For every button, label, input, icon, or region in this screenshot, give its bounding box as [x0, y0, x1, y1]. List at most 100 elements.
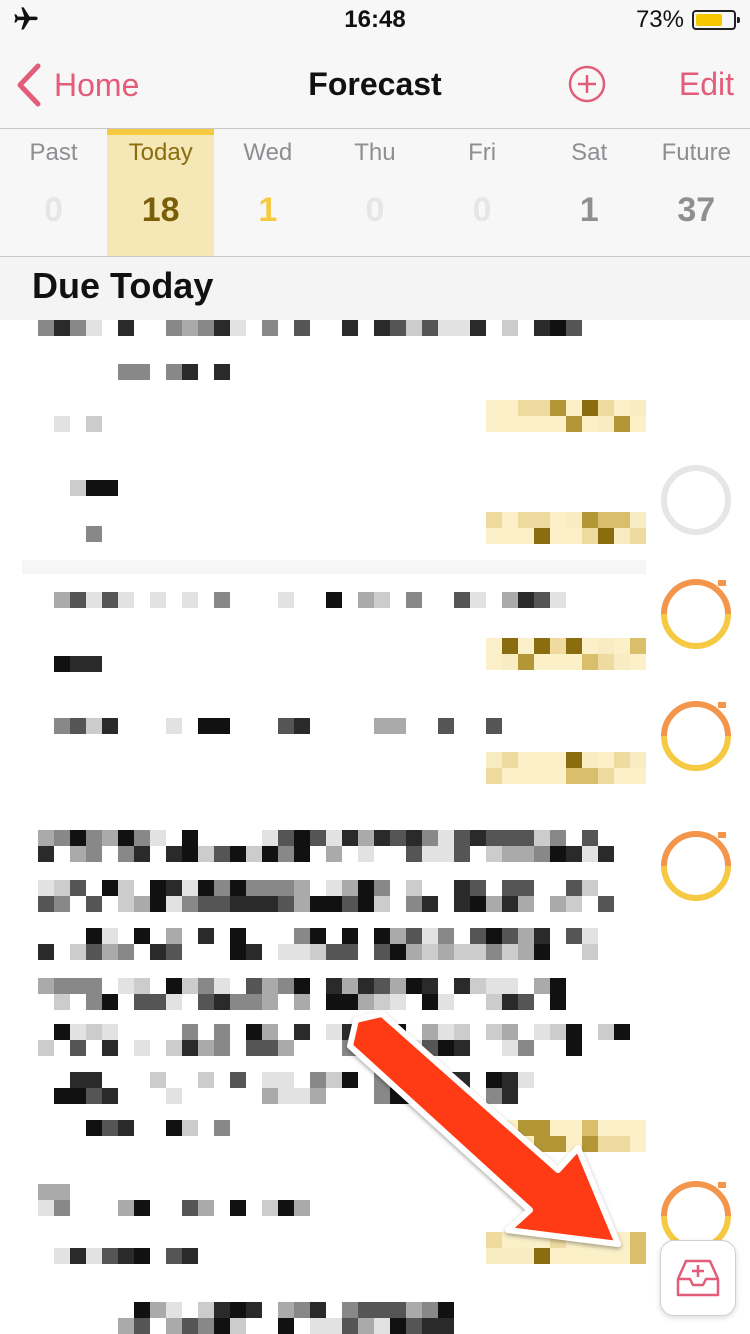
list-item[interactable]: [0, 465, 750, 544]
redacted-pixel: [214, 896, 230, 912]
redacted-pixel: [278, 880, 294, 896]
redacted-pixel: [118, 364, 134, 380]
add-circle-icon[interactable]: [567, 64, 607, 104]
redacted-pixel: [630, 528, 646, 544]
redacted-pixel: [582, 752, 598, 768]
redacted-pixel: [502, 944, 518, 960]
redacted-pixel: [86, 416, 102, 432]
redacted-pixel: [374, 880, 390, 896]
redacted-pixel: [134, 1318, 150, 1334]
redacted-pixel: [198, 1302, 214, 1318]
redacted-pixel: [54, 896, 70, 912]
redacted-pixel: [374, 1318, 390, 1334]
redacted-pixel: [598, 768, 614, 784]
redacted-pixel: [86, 1072, 102, 1088]
redacted-pixel: [86, 320, 102, 336]
redacted-pixel: [278, 896, 294, 912]
redacted-pixel: [294, 994, 310, 1010]
day-thu[interactable]: Thu 0: [321, 129, 428, 256]
redacted-pixel: [406, 978, 422, 994]
redacted-pixel: [326, 592, 342, 608]
redacted-pixel: [86, 944, 102, 960]
redacted-pixel: [310, 1088, 326, 1104]
task-due-checkbox-icon[interactable]: [660, 578, 732, 650]
redacted-pixel: [294, 1088, 310, 1104]
list-item[interactable]: [0, 320, 750, 432]
redacted-pixel: [70, 1248, 86, 1264]
redacted-pixel: [598, 512, 614, 528]
redacted-pixel: [134, 1040, 150, 1056]
redacted-pixel: [166, 978, 182, 994]
redacted-pixel: [502, 846, 518, 862]
day-today[interactable]: Today 18: [107, 129, 215, 256]
redacted-pixel: [358, 978, 374, 994]
day-name: Future: [661, 139, 731, 166]
redacted-pixel: [70, 656, 86, 672]
day-name: Fri: [468, 139, 497, 166]
list-item[interactable]: [0, 579, 750, 672]
page-title: Forecast: [308, 66, 442, 102]
redacted-pixel: [326, 880, 342, 896]
redacted-pixel: [614, 512, 630, 528]
task-due-checkbox-icon[interactable]: [660, 830, 732, 902]
redacted-pixel: [534, 944, 550, 960]
redacted-pixel: [54, 1200, 70, 1216]
redacted-pixel: [134, 978, 150, 994]
task-checkbox-icon[interactable]: [660, 464, 732, 536]
redacted-pixel: [438, 830, 454, 846]
redacted-pixel: [358, 1302, 374, 1318]
redacted-pixel: [70, 1024, 86, 1040]
redacted-pixel: [166, 1318, 182, 1334]
redacted-pixel: [86, 592, 102, 608]
day-past[interactable]: Past 0: [0, 129, 107, 256]
redacted-pixel: [118, 896, 134, 912]
redacted-pixel: [630, 400, 646, 416]
day-wed[interactable]: Wed 1: [214, 129, 321, 256]
redacted-pixel: [102, 994, 118, 1010]
forecast-day-strip: Past 0 Today 18 Wed 1 Thu 0 Fri 0 Sat 1 …: [0, 129, 750, 257]
redacted-pixel: [166, 1088, 182, 1104]
redacted-pixel: [166, 880, 182, 896]
edit-button[interactable]: Edit: [679, 66, 734, 103]
day-fri[interactable]: Fri 0: [429, 129, 536, 256]
redacted-pixel: [486, 944, 502, 960]
redacted-pixel: [470, 944, 486, 960]
redacted-pixel: [310, 896, 326, 912]
redacted-pixel: [406, 1318, 422, 1334]
redacted-pixel: [134, 364, 150, 380]
redacted-pixel: [102, 830, 118, 846]
redacted-pixel: [310, 830, 326, 846]
redacted-pixel: [550, 638, 566, 654]
redacted-pixel: [198, 846, 214, 862]
redacted-pixel: [582, 846, 598, 862]
redacted-pixel: [214, 592, 230, 608]
day-future[interactable]: Future 37: [643, 129, 750, 256]
quick-entry-button[interactable]: [660, 1240, 736, 1316]
redacted-pixel: [246, 994, 262, 1010]
day-sat[interactable]: Sat 1: [536, 129, 643, 256]
redacted-pixel: [630, 752, 646, 768]
redacted-pixel: [518, 928, 534, 944]
redacted-pixel: [534, 846, 550, 862]
redacted-pixel: [422, 846, 438, 862]
day-count: 0: [44, 191, 64, 229]
redacted-pixel: [38, 1200, 54, 1216]
day-count: 0: [365, 191, 385, 229]
redacted-pixel: [422, 978, 438, 994]
redacted-pixel: [534, 592, 550, 608]
list-item[interactable]: [0, 700, 750, 784]
redacted-pixel: [182, 978, 198, 994]
redacted-pixel: [182, 846, 198, 862]
redacted-pixel: [374, 896, 390, 912]
inbox-add-icon: [676, 1259, 720, 1297]
redacted-pixel: [374, 928, 390, 944]
redacted-pixel: [246, 978, 262, 994]
list-item[interactable]: [0, 1302, 750, 1334]
redacted-pixel: [438, 944, 454, 960]
list-item[interactable]: [0, 830, 750, 1152]
task-due-checkbox-icon[interactable]: [660, 700, 732, 772]
redacted-pixel: [390, 718, 406, 734]
redacted-pixel: [294, 830, 310, 846]
redacted-pixel: [486, 752, 502, 768]
redacted-pixel: [582, 512, 598, 528]
